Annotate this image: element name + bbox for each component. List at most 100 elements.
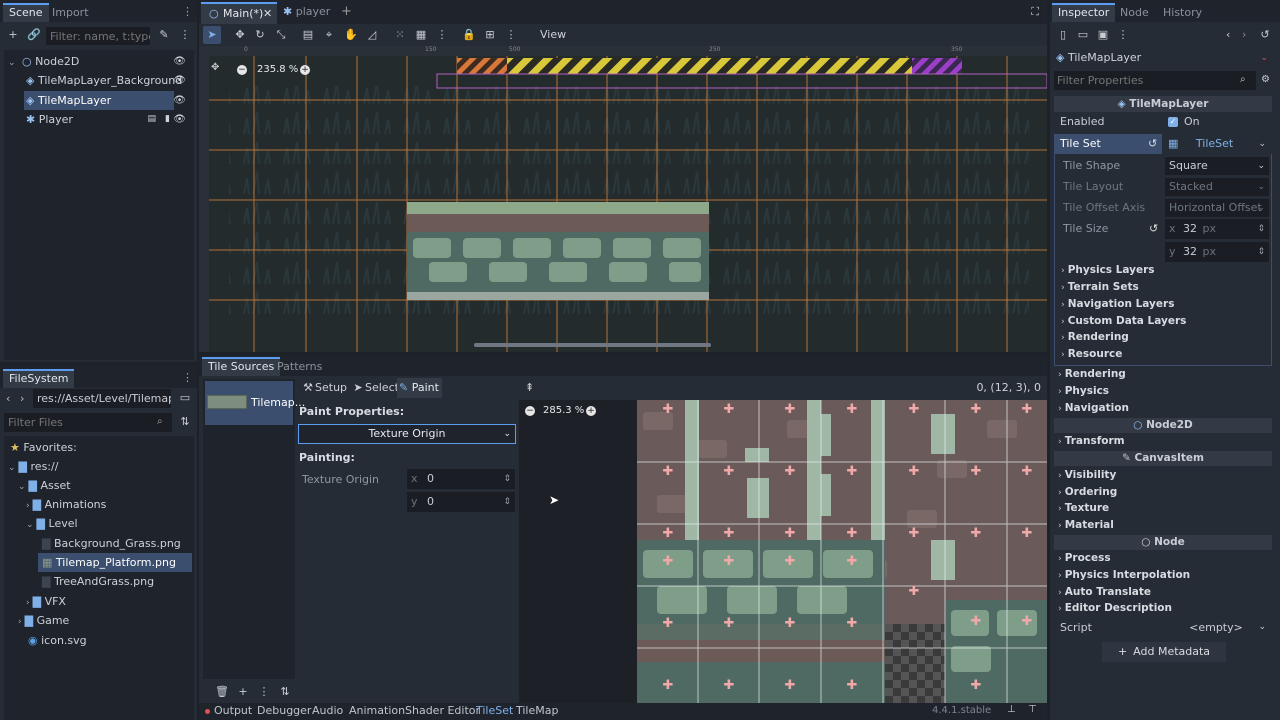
folder-asset[interactable]: ⌄ ▇ Asset bbox=[18, 476, 71, 495]
revert-icon[interactable]: ↺ bbox=[1149, 222, 1158, 235]
section-physics[interactable]: › Physics bbox=[1058, 385, 1109, 397]
selectable-tool-icon[interactable]: ▤ bbox=[301, 28, 315, 42]
expand-panel-icon[interactable]: ⊤ bbox=[1028, 704, 1037, 715]
inspected-object[interactable]: ◈ TileMapLayer ⌄ bbox=[1056, 49, 1272, 67]
add-source-icon[interactable]: + bbox=[236, 685, 250, 699]
section-physics-interpolation[interactable]: › Physics Interpolation bbox=[1058, 569, 1190, 581]
tab-scene[interactable]: Scene bbox=[3, 3, 49, 22]
tab-import[interactable]: Import bbox=[46, 3, 95, 22]
section-process[interactable]: › Process bbox=[1058, 552, 1111, 564]
split-view-icon[interactable]: ▭ bbox=[178, 391, 192, 405]
tab-debugger[interactable]: Debugger bbox=[257, 700, 311, 720]
sort-sources-icon[interactable]: ⇅ bbox=[278, 685, 292, 699]
chevron-down-icon[interactable]: ⌄ bbox=[1258, 134, 1266, 154]
script-icon[interactable]: ▮ bbox=[165, 110, 170, 129]
section-ordering[interactable]: › Ordering bbox=[1058, 486, 1117, 498]
paint-property-select[interactable]: Texture Origin ⌄ bbox=[298, 424, 516, 444]
close-icon[interactable]: ✕ bbox=[263, 7, 272, 20]
tab-inspector[interactable]: Inspector bbox=[1052, 3, 1116, 22]
visibility-eye-icon[interactable]: 👁 bbox=[173, 71, 186, 90]
save-resource-icon[interactable]: ▣ bbox=[1096, 28, 1110, 42]
tab-shader-editor[interactable]: Shader Editor bbox=[405, 700, 480, 720]
lock-icon[interactable]: 🔒 bbox=[462, 28, 476, 42]
folder-animations[interactable]: › ▇ Animations bbox=[26, 495, 106, 514]
zoom-out-button[interactable]: − bbox=[237, 65, 247, 75]
favorites-item[interactable]: ★ Favorites: bbox=[10, 438, 77, 457]
path-field[interactable]: res://Asset/Level/Tilemap_Pla bbox=[33, 389, 171, 408]
tile-source-item[interactable]: Tilemap... bbox=[205, 381, 305, 425]
open-scene-icon[interactable]: ▤ bbox=[147, 110, 156, 129]
texture-origin-x-field[interactable]: x 0 ⇕ bbox=[407, 469, 515, 489]
spinner-icon[interactable]: ⇕ bbox=[503, 492, 511, 512]
visibility-eye-icon[interactable]: 👁 bbox=[173, 91, 186, 110]
object-history-icon[interactable]: ↺ bbox=[1258, 28, 1272, 42]
section-custom-data-layers[interactable]: › Custom Data Layers bbox=[1061, 315, 1186, 327]
file-filter-input[interactable] bbox=[4, 413, 172, 432]
chevron-down-icon[interactable]: ⌄ bbox=[1260, 49, 1268, 67]
tile-offset-axis-select[interactable]: Horizontal Offset ⌄ bbox=[1165, 199, 1269, 217]
tab-animation[interactable]: Animation bbox=[349, 700, 405, 720]
section-terrain-sets[interactable]: › Terrain Sets bbox=[1061, 281, 1139, 293]
tab-tile-sources[interactable]: Tile Sources bbox=[202, 357, 281, 376]
forward-icon[interactable]: › bbox=[20, 392, 24, 405]
resource-menu-icon[interactable]: ⋮ bbox=[1116, 28, 1130, 42]
add-metadata-button[interactable]: + Add Metadata bbox=[1102, 642, 1226, 662]
section-navigation[interactable]: › Navigation bbox=[1058, 402, 1129, 414]
new-resource-icon[interactable]: ▯ bbox=[1056, 28, 1070, 42]
move-tool-icon[interactable]: ✥ bbox=[233, 28, 247, 42]
folder-vfx[interactable]: › ▇ VFX bbox=[26, 592, 66, 611]
folder-level[interactable]: ⌄ ▇ Level bbox=[26, 514, 78, 533]
revert-icon[interactable]: ↺ bbox=[1148, 137, 1157, 150]
add-node-icon[interactable]: + bbox=[6, 28, 20, 42]
section-navigation-layers[interactable]: › Navigation Layers bbox=[1061, 298, 1174, 310]
spinner-icon[interactable]: ⇕ bbox=[503, 469, 511, 489]
tab-main[interactable]: ○ Main(*) ✕ bbox=[201, 2, 277, 24]
tree-node-node2d[interactable]: ⌄ ○ Node2D 👁 bbox=[4, 52, 194, 71]
skeleton-icon[interactable] bbox=[511, 28, 525, 42]
open-resource-icon[interactable]: ▭ bbox=[1076, 28, 1090, 42]
tab-filesystem[interactable]: FileSystem bbox=[3, 369, 75, 388]
history-back-icon[interactable]: ‹ bbox=[1226, 28, 1230, 41]
pivot-tool-icon[interactable]: ⌖ bbox=[322, 28, 336, 42]
tab-output[interactable]: Output bbox=[214, 700, 252, 720]
tree-node-player[interactable]: ✱ Player ▤ ▮ 👁 bbox=[4, 110, 194, 129]
script-filter-icon[interactable]: ✎ bbox=[157, 28, 171, 42]
enabled-checkbox[interactable]: ✓ bbox=[1168, 117, 1178, 127]
grid-snap-icon[interactable]: ▦ bbox=[414, 28, 428, 42]
pan-tool-icon[interactable]: ✋ bbox=[344, 28, 358, 42]
atlas-view[interactable]: − 285.3 % + ✚ ✚ ✚ ✚ ✚ ✚ ✚ ✚ ✚ ✚ ✚ ✚ ✚ ✚ … bbox=[519, 400, 1047, 703]
section-material[interactable]: › Material bbox=[1058, 519, 1114, 531]
select-tool-icon[interactable]: ➤ bbox=[203, 26, 221, 44]
pin-panel-icon[interactable]: ⊥ bbox=[1007, 704, 1016, 715]
section-physics-layers[interactable]: › Physics Layers bbox=[1061, 264, 1155, 276]
section-resource[interactable]: › Resource bbox=[1061, 348, 1122, 360]
class-header-canvasitem[interactable]: ✎ CanvasItem bbox=[1054, 451, 1272, 466]
file-tilemap-platform[interactable]: ▦ Tilemap_Platform.png bbox=[38, 553, 192, 572]
tab-node[interactable]: Node bbox=[1114, 3, 1155, 22]
visibility-eye-icon[interactable]: 👁 bbox=[173, 52, 186, 71]
dock-menu-icon[interactable]: ⋮ bbox=[182, 5, 193, 18]
tab-tilemap[interactable]: TileMap bbox=[516, 700, 558, 720]
section-auto-translate[interactable]: › Auto Translate bbox=[1058, 586, 1151, 598]
section-visibility[interactable]: › Visibility bbox=[1058, 469, 1116, 481]
setup-mode-button[interactable]: ⚒ Setup bbox=[301, 381, 347, 395]
scene-menu-icon[interactable]: ⋮ bbox=[178, 28, 192, 42]
tile-size-y-field[interactable]: y 32 px ⇕ bbox=[1165, 242, 1269, 262]
ruler-tool-icon[interactable]: ◿ bbox=[365, 28, 379, 42]
properties-options-icon[interactable]: ⚙ bbox=[1261, 74, 1270, 85]
section-tileset-rendering[interactable]: › Rendering bbox=[1061, 331, 1129, 343]
script-resource-button[interactable]: <empty> ⌄ bbox=[1162, 618, 1270, 637]
class-header-node[interactable]: ○ Node bbox=[1054, 535, 1272, 550]
zoom-in-button[interactable]: + bbox=[300, 65, 310, 75]
tile-layout-select[interactable]: Stacked ⌄ bbox=[1165, 178, 1269, 196]
source-menu-icon[interactable]: ⋮ bbox=[257, 685, 271, 699]
scale-tool-icon[interactable]: ⤡ bbox=[274, 28, 288, 42]
view-menu[interactable]: View bbox=[540, 28, 566, 41]
link-icon[interactable]: 🔗 bbox=[27, 28, 41, 42]
tab-patterns[interactable]: Patterns bbox=[271, 357, 328, 376]
tree-node-tilemaplayer-background[interactable]: ◈ TileMapLayer_Background 👁 bbox=[4, 71, 194, 90]
atlas-zoom-in-button[interactable]: + bbox=[586, 406, 596, 416]
fullscreen-icon[interactable]: ⛶ bbox=[1031, 5, 1039, 19]
group-icon[interactable]: ⊞ bbox=[483, 28, 497, 42]
back-icon[interactable]: ‹ bbox=[6, 392, 10, 405]
